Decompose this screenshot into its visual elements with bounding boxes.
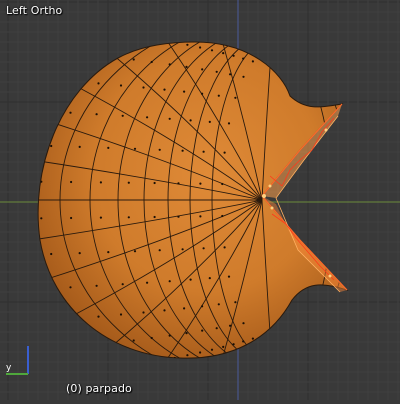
axis-gizmo: y xyxy=(6,346,29,375)
viewport-canvas[interactable] xyxy=(0,0,400,403)
3d-viewport[interactable]: Left Ortho y (0) parpado xyxy=(0,0,400,403)
object-info-label: (0) parpado xyxy=(66,382,132,395)
y-axis-label: y xyxy=(6,363,12,373)
eyelid-mesh[interactable] xyxy=(2,10,400,390)
view-name-label: Left Ortho xyxy=(6,4,63,17)
